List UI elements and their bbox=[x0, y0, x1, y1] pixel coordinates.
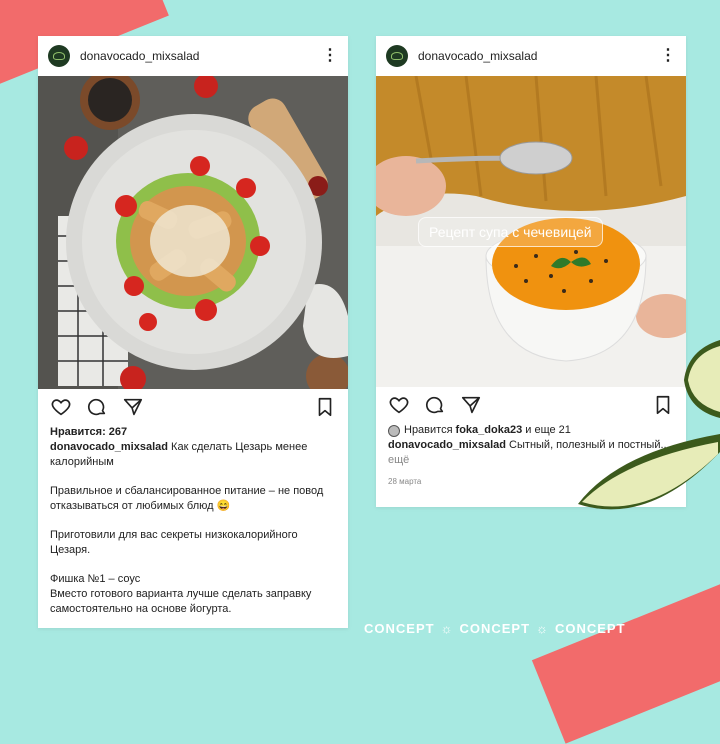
post-photo[interactable]: Рецепт супа с чечевицей bbox=[376, 76, 686, 387]
post-header: donavocado_mixsalad ⋮ bbox=[376, 36, 686, 76]
avatar[interactable] bbox=[386, 45, 408, 67]
action-bar bbox=[376, 387, 686, 423]
heart-icon[interactable] bbox=[388, 394, 410, 416]
comment-icon[interactable] bbox=[86, 396, 108, 418]
post-card-caesar: donavocado_mixsalad ⋮ Нравится: 267 dona… bbox=[38, 36, 348, 628]
caption-paragraph: Правильное и сбалансированное питание – … bbox=[50, 485, 324, 512]
more-options-icon[interactable]: ⋮ bbox=[322, 48, 338, 64]
bookmark-icon[interactable] bbox=[314, 396, 336, 418]
more-options-icon[interactable]: ⋮ bbox=[660, 48, 676, 64]
likes-suffix[interactable]: и еще 21 bbox=[522, 423, 571, 438]
share-icon[interactable] bbox=[122, 396, 144, 418]
avocado-slice bbox=[684, 340, 720, 418]
concept-footer: CONCEPT ☼ CONCEPT ☼ CONCEPT bbox=[364, 621, 626, 636]
caption-username[interactable]: donavocado_mixsalad bbox=[388, 439, 506, 451]
share-icon[interactable] bbox=[460, 394, 482, 416]
post-header: donavocado_mixsalad ⋮ bbox=[38, 36, 348, 76]
action-bar bbox=[38, 389, 348, 425]
heart-icon[interactable] bbox=[50, 396, 72, 418]
recipe-title-overlay: Рецепт супа с чечевицей bbox=[418, 217, 603, 247]
bookmark-icon[interactable] bbox=[652, 394, 674, 416]
corner-decoration-bottom bbox=[531, 570, 720, 744]
caesar-salad-image bbox=[38, 76, 348, 389]
sun-icon: ☼ bbox=[440, 621, 454, 636]
likes-count[interactable]: Нравится: 267 bbox=[50, 425, 336, 440]
comment-icon[interactable] bbox=[424, 394, 446, 416]
avatar[interactable] bbox=[48, 45, 70, 67]
caption-username[interactable]: donavocado_mixsalad bbox=[50, 441, 168, 453]
concept-text: CONCEPT bbox=[364, 621, 435, 636]
concept-text: CONCEPT bbox=[459, 621, 531, 636]
username[interactable]: donavocado_mixsalad bbox=[80, 49, 322, 63]
caption-paragraph: Фишка №1 – соус Вместо готового варианта… bbox=[50, 573, 312, 615]
post-caption: Нравится: 267 donavocado_mixsalad Как сд… bbox=[38, 425, 348, 617]
post-photo[interactable] bbox=[38, 76, 348, 389]
avocado-slice bbox=[578, 434, 720, 510]
liker-username[interactable]: foka_doka23 bbox=[456, 423, 523, 438]
sun-icon: ☼ bbox=[536, 621, 549, 636]
liker-avatar[interactable] bbox=[388, 424, 400, 437]
likes-prefix: Нравится bbox=[404, 424, 453, 436]
concept-text: CONCEPT bbox=[554, 621, 626, 636]
caption-paragraph: Приготовили для вас секреты низкокалорий… bbox=[50, 529, 298, 556]
username[interactable]: donavocado_mixsalad bbox=[418, 49, 660, 63]
